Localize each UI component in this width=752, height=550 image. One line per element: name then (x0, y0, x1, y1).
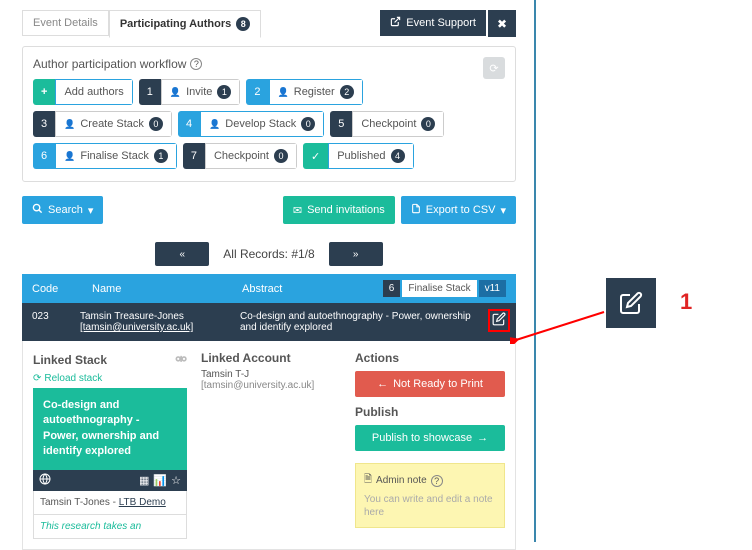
add-authors-pill[interactable]: + Add authors (33, 79, 133, 105)
linked-account-email: [tamsin@university.ac.uk] (201, 380, 341, 391)
annotation-number: 1 (680, 289, 692, 315)
user-icon (64, 119, 75, 130)
help-icon[interactable]: ? (190, 58, 202, 70)
admin-note-placeholder: You can write and edit a note here (364, 493, 496, 519)
col-abstract: Abstract (242, 283, 383, 295)
caret-down-icon: ▾ (88, 204, 94, 217)
event-support-label: Event Support (406, 17, 476, 29)
user-icon (209, 119, 220, 130)
refresh-icon: ⟳ (33, 373, 41, 384)
arrow-left-icon: ← (377, 378, 388, 390)
stack-description: This research takes an (33, 515, 187, 539)
plus-icon: + (33, 79, 55, 105)
tab-count-badge: 8 (236, 17, 250, 31)
send-invitations-button[interactable]: ✉ Send invitations (283, 196, 395, 224)
add-authors-label: Add authors (55, 79, 132, 105)
qr-icon[interactable]: ▦ (139, 474, 149, 487)
stack-org-link[interactable]: LTB Demo (119, 497, 166, 508)
linked-stack-heading: Linked Stack (33, 353, 107, 367)
refresh-icon: ⟳ (489, 62, 498, 75)
workflow-step-develop-stack[interactable]: 4 Develop Stack0 (178, 111, 324, 137)
note-icon: 🗎 (364, 472, 372, 489)
edit-row-button[interactable] (492, 312, 506, 329)
col-code: Code (32, 283, 92, 295)
star-icon[interactable]: ☆ (171, 474, 181, 487)
workflow-published[interactable]: ✓ Published4 (303, 143, 414, 169)
stack-footer: ▦ 📊 ☆ (33, 470, 187, 491)
workflow-panel: ⟳ Author participation workflow ? + Add … (22, 46, 516, 182)
search-button[interactable]: Search ▾ (22, 196, 103, 224)
pager-next-button[interactable]: » (329, 242, 383, 266)
chevron-left-icon: « (180, 249, 186, 260)
external-link-icon (390, 16, 401, 30)
stack-author-name: Tamsin T-Jones (40, 497, 110, 508)
workflow-step-register[interactable]: 2 Register2 (246, 79, 362, 105)
globe-icon (39, 473, 51, 488)
publish-heading: Publish (355, 405, 505, 419)
export-csv-button[interactable]: Export to CSV ▾ (401, 196, 516, 224)
workflow-step-invite[interactable]: 1 Invite1 (139, 79, 241, 105)
linked-account-heading: Linked Account (201, 351, 341, 365)
stack-card[interactable]: Co-design and autoethnography - Power, o… (33, 388, 187, 470)
workflow-step-checkpoint-1[interactable]: 5 Checkpoint0 (330, 111, 444, 137)
cell-email-link[interactable]: [tamsin@university.ac.uk] (80, 322, 193, 333)
reload-stack-button[interactable]: ⟳ Reload stack (33, 373, 102, 384)
tab-event-details[interactable]: Event Details (22, 10, 109, 36)
workflow-step-checkpoint-2[interactable]: 7 Checkpoint0 (183, 143, 297, 169)
stage-indicator: 6 Finalise Stack v11 (383, 280, 506, 297)
caret-down-icon: ▾ (500, 204, 506, 217)
tab-label: Participating Authors (120, 18, 231, 30)
table-row: 023 Tamsin Treasure-Jones [tamsin@univer… (22, 303, 516, 341)
cell-abstract: Co-design and autoethnography - Power, o… (240, 311, 506, 333)
admin-note-label: Admin note (376, 475, 427, 486)
user-icon (278, 87, 289, 98)
not-ready-button[interactable]: ← Not Ready to Print (355, 371, 505, 397)
edit-icon (492, 315, 506, 329)
mail-icon: ✉ (293, 204, 302, 217)
user-icon (170, 87, 181, 98)
actions-heading: Actions (355, 351, 505, 365)
cell-name: Tamsin Treasure-Jones (80, 311, 240, 322)
workflow-step-finalise-stack[interactable]: 6 Finalise Stack1 (33, 143, 177, 169)
tab-participating-authors[interactable]: Participating Authors 8 (109, 10, 261, 38)
arrow-right-icon: → (477, 432, 488, 444)
chevron-right-icon: » (353, 249, 359, 260)
check-icon: ✓ (303, 143, 328, 169)
grid-header: Code Name Abstract 6 Finalise Stack v11 (22, 274, 516, 303)
close-button[interactable]: ✖ (488, 10, 516, 37)
unlink-icon[interactable]: ⚮ (175, 351, 187, 368)
annotation-edit-icon (606, 278, 656, 328)
right-border (534, 0, 536, 542)
pager-prev-button[interactable]: « (155, 242, 209, 266)
col-name: Name (92, 283, 242, 295)
refresh-workflow-button[interactable]: ⟳ (483, 57, 505, 79)
linked-account-name: Tamsin T-J (201, 369, 341, 380)
file-icon (411, 203, 421, 217)
search-icon (32, 203, 43, 217)
stats-icon[interactable]: 📊 (153, 474, 167, 487)
admin-note-box[interactable]: 🗎 Admin note ? You can write and edit a … (355, 463, 505, 528)
edit-highlight-box (488, 309, 510, 332)
workflow-step-create-stack[interactable]: 3 Create Stack0 (33, 111, 172, 137)
pager-label: All Records: #1/8 (223, 247, 314, 261)
event-support-button[interactable]: Event Support (380, 10, 486, 36)
user-icon (64, 151, 75, 162)
close-icon: ✖ (497, 17, 507, 31)
help-icon[interactable]: ? (431, 475, 443, 487)
workflow-title: Author participation workflow (33, 57, 186, 71)
cell-code: 023 (32, 311, 80, 322)
publish-showcase-button[interactable]: Publish to showcase → (355, 425, 505, 451)
